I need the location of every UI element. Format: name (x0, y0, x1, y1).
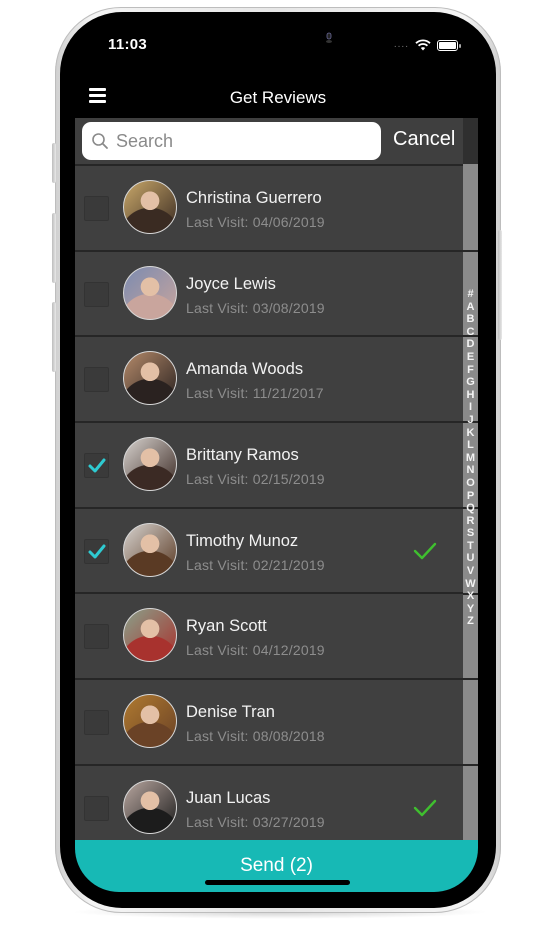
side-button-power (498, 230, 502, 340)
avatar (123, 608, 177, 663)
index-letter[interactable]: Z (467, 615, 474, 628)
contact-row[interactable]: Joyce Lewis Last Visit: 03/08/2019 (75, 249, 463, 336)
index-letter[interactable]: F (467, 364, 474, 377)
search-icon (92, 133, 108, 149)
contact-row[interactable]: Denise Tran Last Visit: 08/08/2018 (75, 678, 463, 764)
status-time: 11:03 (108, 36, 148, 53)
select-checkbox[interactable] (84, 795, 109, 821)
index-letter[interactable]: I (469, 401, 472, 414)
avatar (123, 694, 177, 749)
reviewed-check-icon (413, 799, 437, 817)
index-letter[interactable]: L (467, 439, 474, 452)
status-indicators: .... (393, 39, 461, 51)
reviewed-check-icon (413, 542, 437, 559)
index-separator (463, 249, 478, 252)
index-letter[interactable]: V (467, 565, 474, 578)
home-indicator[interactable] (205, 880, 350, 885)
avatar (123, 180, 177, 234)
last-visit: Last Visit: 03/08/2019 (186, 299, 325, 316)
signal-dots-icon: .... (393, 39, 409, 50)
select-checkbox[interactable] (84, 367, 109, 393)
search-input[interactable] (114, 129, 368, 153)
battery-icon (437, 39, 461, 51)
index-letter[interactable]: C (467, 326, 475, 339)
index-letter[interactable]: A (467, 301, 475, 314)
contact-name: Christina Guerrero (186, 189, 322, 207)
side-button-mute (52, 143, 56, 183)
index-separator (463, 763, 478, 766)
contact-name: Amanda Woods (186, 360, 304, 379)
avatar (123, 779, 177, 834)
contact-row[interactable]: Ryan Scott Last Visit: 04/12/2019 (75, 592, 463, 679)
index-letter[interactable]: M (466, 452, 475, 465)
select-checkbox[interactable] (84, 538, 109, 564)
avatar (123, 351, 177, 406)
contact-name: Ryan Scott (186, 617, 267, 636)
index-letter[interactable]: N (467, 464, 475, 477)
last-visit: Last Visit: 02/21/2019 (186, 556, 325, 573)
search-field[interactable] (82, 122, 381, 160)
last-visit: Last Visit: 02/15/2019 (186, 471, 325, 488)
select-checkbox[interactable] (84, 453, 109, 479)
index-letter[interactable]: S (467, 527, 474, 540)
contact-row[interactable]: Christina Guerrero Last Visit: 04/06/201… (75, 164, 463, 250)
last-visit: Last Visit: 03/27/2019 (186, 813, 325, 830)
index-bar-header (463, 118, 478, 164)
wifi-icon (415, 39, 431, 51)
page-title: Get Reviews (229, 88, 327, 107)
index-letter[interactable]: T (467, 540, 474, 553)
index-letter[interactable]: E (467, 351, 474, 364)
search-bar: Cancel (75, 118, 463, 164)
checkmark-icon (88, 544, 106, 559)
last-visit: Last Visit: 04/12/2019 (186, 642, 325, 659)
contact-row[interactable]: Amanda Woods Last Visit: 11/21/2017 (75, 335, 463, 422)
index-letter[interactable]: X (467, 590, 474, 603)
index-letter[interactable]: U (467, 552, 475, 565)
last-visit: Last Visit: 11/21/2017 (186, 385, 324, 402)
contact-row[interactable]: Timothy Munoz Last Visit: 02/21/2019 (75, 506, 463, 593)
index-letter[interactable]: B (467, 313, 475, 326)
contact-name: Timothy Munoz (186, 531, 299, 550)
contact-name: Juan Lucas (186, 788, 271, 807)
contact-row[interactable]: Brittany Ramos Last Visit: 02/15/2019 (75, 421, 463, 507)
last-visit: Last Visit: 08/08/2018 (186, 728, 325, 745)
index-letter[interactable]: H (467, 389, 475, 402)
index-letter[interactable]: # (467, 288, 473, 301)
index-letter[interactable]: D (467, 338, 475, 351)
avatar (123, 437, 177, 492)
index-letter[interactable]: R (467, 515, 475, 528)
avatar (123, 522, 177, 577)
contact-name: Denise Tran (186, 703, 275, 722)
side-button-volume-down (52, 302, 56, 372)
index-letter[interactable]: J (467, 414, 473, 427)
contact-name: Brittany Ramos (186, 446, 299, 465)
screen: 11:03 .... Get Reviews Cancel (60, 12, 496, 908)
side-button-volume-up (52, 213, 56, 283)
front-camera-icon (326, 32, 332, 43)
last-visit: Last Visit: 04/06/2019 (186, 214, 325, 230)
contact-name: Joyce Lewis (186, 274, 276, 293)
select-checkbox[interactable] (84, 710, 109, 736)
index-letter[interactable]: O (466, 477, 475, 490)
index-letter[interactable]: Y (467, 603, 474, 616)
alphabet-index: # A B C D E F G H I J K L M N O P Q R S T U V W X Y Z (463, 288, 478, 628)
index-separator (463, 678, 478, 681)
index-letter[interactable]: W (465, 578, 475, 591)
select-checkbox[interactable] (84, 624, 109, 650)
index-letter[interactable]: G (466, 376, 475, 389)
contacts-panel: Cancel Christina Guerrero Last Visit: 04… (75, 118, 478, 850)
avatar (123, 265, 177, 320)
index-letter[interactable]: K (467, 427, 475, 440)
select-checkbox[interactable] (84, 196, 109, 221)
checkmark-icon (88, 458, 106, 473)
index-letter[interactable]: P (467, 490, 474, 503)
index-letter[interactable]: Q (466, 502, 475, 515)
cancel-button[interactable]: Cancel (393, 128, 455, 151)
contact-row[interactable]: Juan Lucas Last Visit: 03/27/2019 (75, 763, 463, 850)
select-checkbox[interactable] (84, 281, 109, 307)
contact-list: Christina Guerrero Last Visit: 04/06/201… (75, 164, 478, 850)
